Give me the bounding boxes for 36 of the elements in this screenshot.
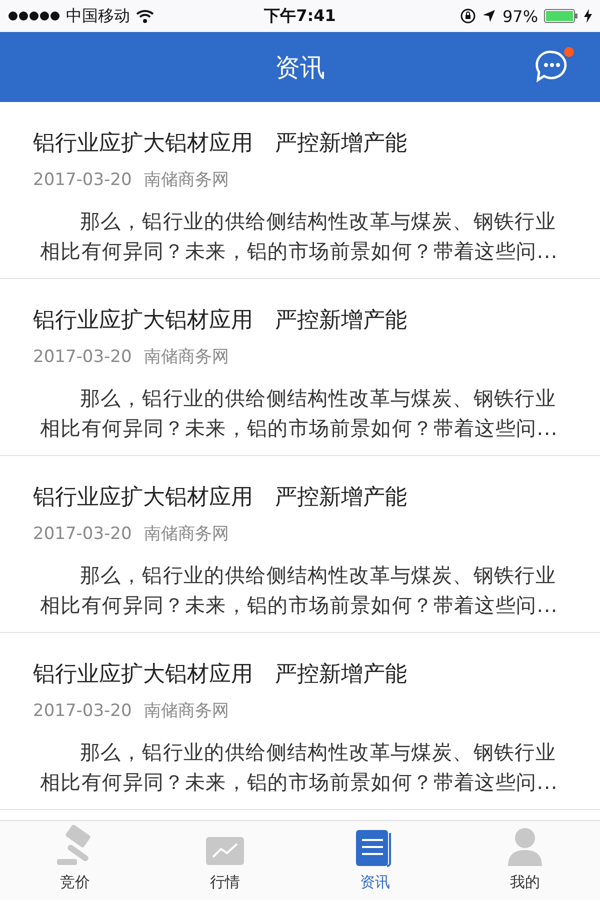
location-arrow-icon — [482, 9, 496, 23]
news-summary: 那么，铝行业的供给侧结构性改革与煤炭、钢铁行业相比有何异同？未来，铝的市场前景如何？带着这些问... — [39, 739, 559, 796]
tab[interactable]: 资讯 — [300, 821, 450, 900]
news-summary: 那么，铝行业的供给侧结构性改革与煤炭、钢铁行业相比有何异同？未来，铝的市场前景如何？带着这些问... — [39, 208, 559, 265]
chart-icon — [205, 835, 245, 867]
tab[interactable]: 行情 — [150, 821, 300, 900]
battery-icon — [544, 9, 578, 23]
news-date: 2017-03-20 — [33, 523, 132, 546]
person-icon — [507, 827, 543, 867]
wifi-icon — [136, 9, 154, 23]
news-date: 2017-03-20 — [33, 346, 132, 369]
battery-percent: 97% — [502, 6, 538, 26]
news-title: 铝行业应扩大铝材应用 严控新增产能 — [32, 307, 408, 335]
signal-icon — [8, 11, 60, 21]
clock-time: 下午7:41 — [264, 6, 336, 26]
news-source: 南储商务网 — [144, 700, 229, 723]
news-title: 铝行业应扩大铝材应用 严控新增产能 — [32, 661, 408, 689]
news-date: 2017-03-20 — [33, 700, 132, 723]
news-summary: 那么，铝行业的供给侧结构性改革与煤炭、钢铁行业相比有何异同？未来，铝的市场前景如何？带着这些问... — [39, 385, 559, 442]
news-source: 南储商务网 — [144, 346, 229, 369]
news-item[interactable]: 铝行业应扩大铝材应用 严控新增产能 2017-03-20 南储商务网 那么，铝行业的供给侧结构性改革与煤炭、钢铁行业相比有何异同？未来，铝的市场前景如何？带着这些问... — [0, 633, 600, 810]
news-summary: 那么，铝行业的供给侧结构性改革与煤炭、钢铁行业相比有何异同？未来，铝的市场前景如何？带着这些问... — [39, 562, 559, 619]
rotation-lock-icon — [460, 8, 476, 24]
news-title: 铝行业应扩大铝材应用 严控新增产能 — [32, 484, 408, 512]
tab[interactable]: 我的 — [450, 821, 600, 900]
news-source: 南储商务网 — [144, 169, 229, 192]
chat-bubble-icon — [535, 49, 569, 83]
tab[interactable]: 竞价 — [0, 821, 150, 900]
news-date: 2017-03-20 — [33, 169, 132, 192]
news-item[interactable]: 铝行业应扩大铝材应用 严控新增产能 2017-03-20 南储商务网 那么，铝行业的供给侧结构性改革与煤炭、钢铁行业相比有何异同？未来，铝的市场前景如何？带着这些问... — [0, 102, 600, 279]
carrier-name: 中国移动 — [66, 6, 130, 26]
news-source: 南储商务网 — [144, 523, 229, 546]
news-item[interactable]: 铝行业应扩大铝材应用 严控新增产能 2017-03-20 南储商务网 那么，铝行业的供给侧结构性改革与煤炭、钢铁行业相比有何异同？未来，铝的市场前景如何？带着这些问... — [0, 279, 600, 456]
page-title: 资讯 — [275, 52, 325, 84]
news-title: 铝行业应扩大铝材应用 严控新增产能 — [32, 130, 408, 158]
news-item[interactable]: 铝行业应扩大铝材应用 严控新增产能 2017-03-20 南储商务网 那么，铝行业的供给侧结构性改革与煤炭、钢铁行业相比有何异同？未来，铝的市场前景如何？带着这些问... — [0, 456, 600, 633]
